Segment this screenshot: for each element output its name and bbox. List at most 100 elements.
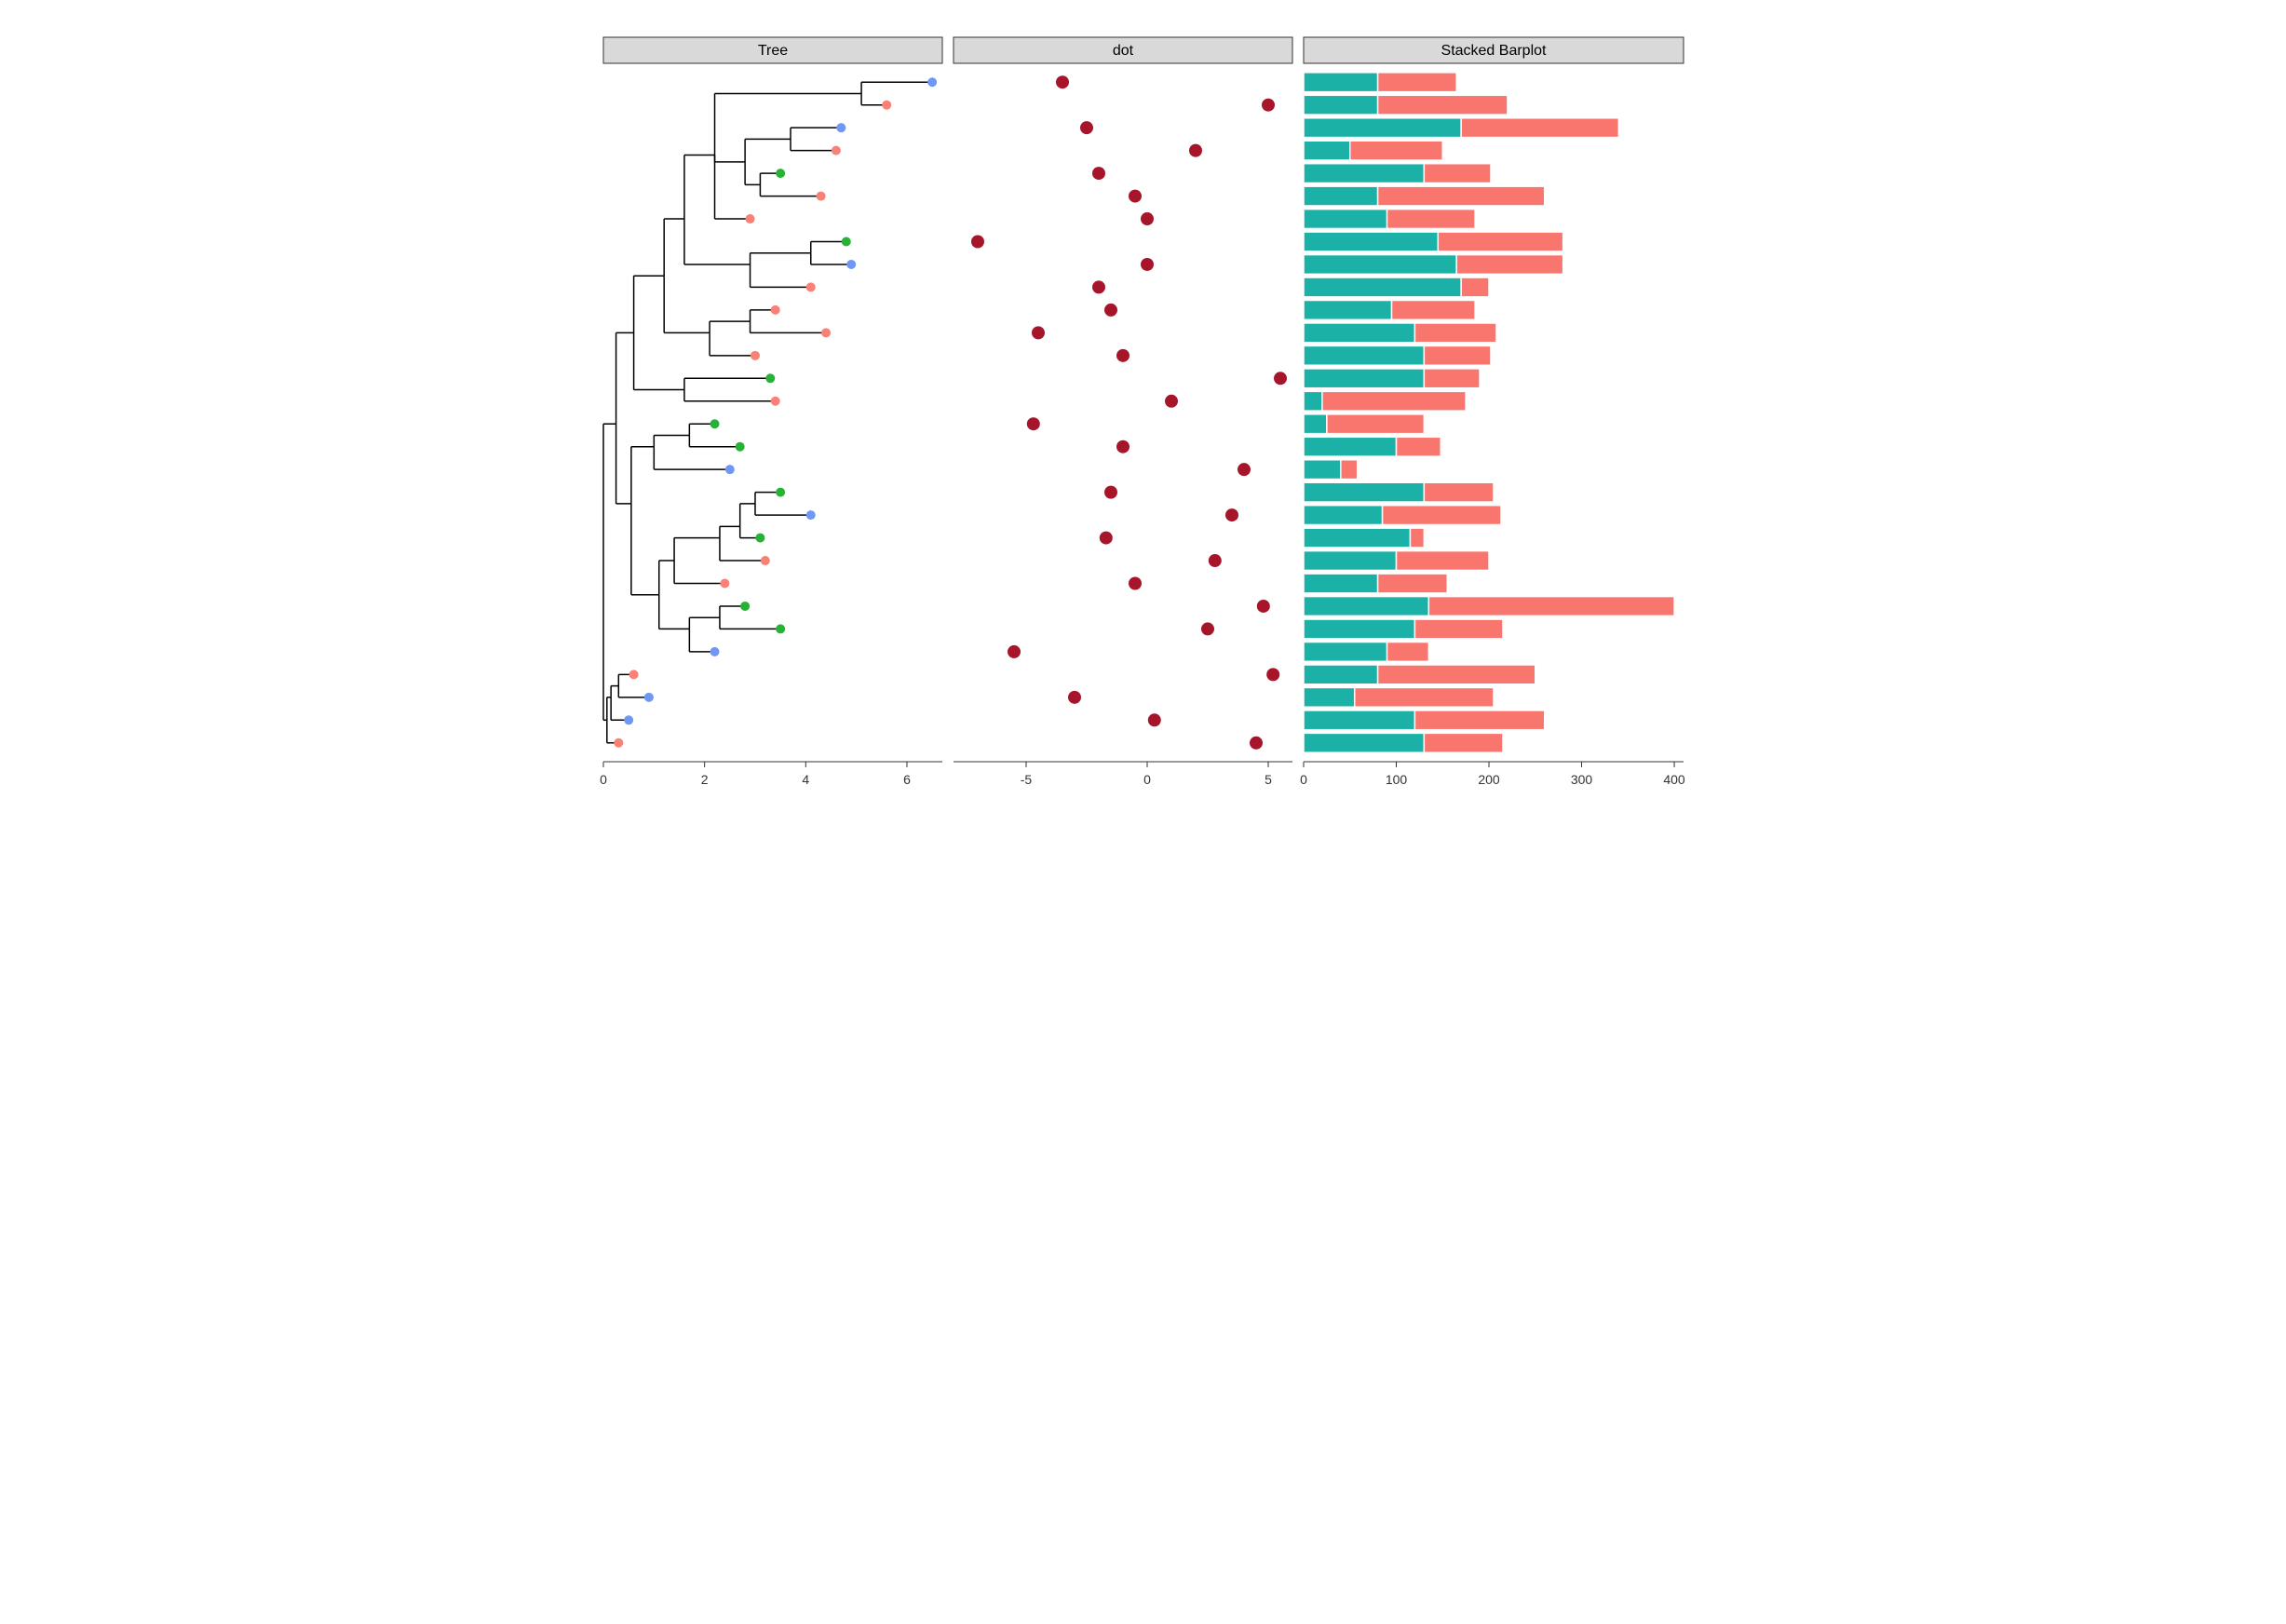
dot-point — [1256, 600, 1269, 613]
tree-tip-point — [776, 169, 785, 178]
tree-tip-point — [821, 328, 831, 337]
bar-segment-teal — [1304, 619, 1414, 639]
tree-tip-point — [755, 534, 764, 543]
bar-segment-teal — [1304, 574, 1378, 593]
tree-tip-point — [836, 123, 845, 132]
dot-point — [1056, 75, 1069, 88]
tree-tip-point — [765, 373, 775, 383]
bar-segment-teal — [1304, 528, 1410, 548]
tree-tip-point — [710, 419, 719, 428]
bar-segment-teal — [1304, 141, 1350, 160]
bar-segment-red — [1424, 369, 1480, 388]
bar-segment-teal — [1304, 597, 1428, 616]
dot-panel-title: dot — [1112, 43, 1133, 59]
tree-x-tick-label: 2 — [700, 772, 708, 787]
dot-point — [1099, 532, 1112, 545]
dot-point — [1141, 258, 1154, 271]
dot-point — [1032, 326, 1045, 339]
bar-segment-red — [1354, 687, 1493, 707]
stacked-bar-plot — [1304, 73, 1674, 752]
tree-x-tick-label: 0 — [600, 772, 607, 787]
bar-segment-red — [1456, 255, 1562, 275]
bar-segment-teal — [1304, 665, 1378, 684]
tree-tip-point — [614, 738, 623, 748]
dot-point — [1129, 577, 1142, 590]
bar-segment-teal — [1304, 345, 1424, 365]
bar-segment-red — [1321, 391, 1465, 411]
tree-tip-point — [776, 624, 785, 633]
tree-plot — [603, 77, 937, 748]
bar-segment-red — [1424, 345, 1491, 365]
bar-segment-teal — [1304, 186, 1378, 206]
tree-tip-point — [805, 282, 815, 291]
bar-segment-red — [1391, 301, 1475, 320]
bar-segment-red — [1424, 482, 1494, 502]
tree-tip-point — [629, 670, 638, 679]
bar-x-tick-label: 300 — [1570, 772, 1592, 787]
bar-segment-teal — [1304, 210, 1387, 229]
bar-segment-red — [1340, 460, 1357, 480]
bar-segment-red — [1424, 733, 1503, 752]
bar-segment-teal — [1304, 277, 1461, 297]
bar-segment-teal — [1304, 460, 1341, 480]
tree-tip-point — [735, 442, 744, 452]
tree-tip-point — [770, 305, 779, 315]
bar-x-tick-label: 400 — [1663, 772, 1685, 787]
tree-tip-point — [776, 488, 785, 497]
bar-segment-red — [1377, 574, 1447, 593]
dot-point — [1189, 144, 1202, 157]
tree-tip-point — [805, 510, 815, 520]
tree-tip-point — [750, 351, 759, 360]
bar-x-tick-label: 0 — [1300, 772, 1307, 787]
tree-tip-point — [882, 101, 891, 110]
bar-segment-teal — [1304, 369, 1424, 388]
bar-segment-red — [1461, 277, 1489, 297]
bar-segment-teal — [1304, 687, 1355, 707]
bar-segment-red — [1414, 710, 1544, 730]
dot-point — [1104, 304, 1117, 317]
dot-point — [1147, 713, 1160, 726]
dot-point — [1141, 212, 1154, 225]
bar-segment-teal — [1304, 323, 1414, 343]
bar-segment-teal — [1304, 551, 1397, 571]
bar-segment-teal — [1304, 255, 1456, 275]
dot-point — [1201, 622, 1214, 635]
bar-segment-red — [1386, 643, 1428, 662]
tree-tip-point — [760, 556, 769, 565]
dot-plot — [971, 75, 1287, 750]
bar-segment-red — [1377, 95, 1507, 115]
bar-segment-teal — [1304, 164, 1424, 183]
dot-x-tick-label: -5 — [1020, 772, 1032, 787]
dot-point — [1262, 99, 1275, 112]
bar-segment-teal — [1304, 414, 1327, 434]
dot-point — [1092, 280, 1105, 293]
tree-tip-point — [745, 214, 754, 223]
bar-segment-red — [1461, 118, 1618, 138]
dot-point — [1068, 691, 1081, 704]
tree-tip-point — [927, 77, 937, 87]
facet-chart: TreedotStacked Barplot0246-5050100200300… — [585, 19, 1702, 810]
dot-point — [1104, 486, 1117, 499]
bar-segment-red — [1414, 619, 1503, 639]
dot-point — [971, 236, 984, 249]
dot-point — [1238, 463, 1251, 476]
tree-x-tick-label: 4 — [802, 772, 809, 787]
bar-segment-red — [1326, 414, 1423, 434]
bar-segment-teal — [1304, 118, 1461, 138]
bar-segment-teal — [1304, 232, 1438, 251]
chart-svg: TreedotStacked Barplot0246-5050100200300… — [585, 19, 1702, 810]
bar-segment-red — [1424, 164, 1491, 183]
bar-x-tick-label: 100 — [1385, 772, 1407, 787]
dot-point — [1026, 417, 1039, 430]
tree-tip-point — [643, 693, 653, 702]
bar-segment-red — [1396, 437, 1441, 456]
dot-point — [1274, 372, 1287, 385]
bar-panel-title: Stacked Barplot — [1441, 43, 1547, 59]
bar-segment-red — [1438, 232, 1562, 251]
bar-segment-teal — [1304, 506, 1383, 525]
bar-segment-red — [1428, 597, 1674, 616]
dot-point — [1266, 668, 1279, 681]
dot-point — [1250, 737, 1263, 750]
dot-point — [1008, 645, 1021, 658]
tree-tip-point — [724, 465, 734, 474]
